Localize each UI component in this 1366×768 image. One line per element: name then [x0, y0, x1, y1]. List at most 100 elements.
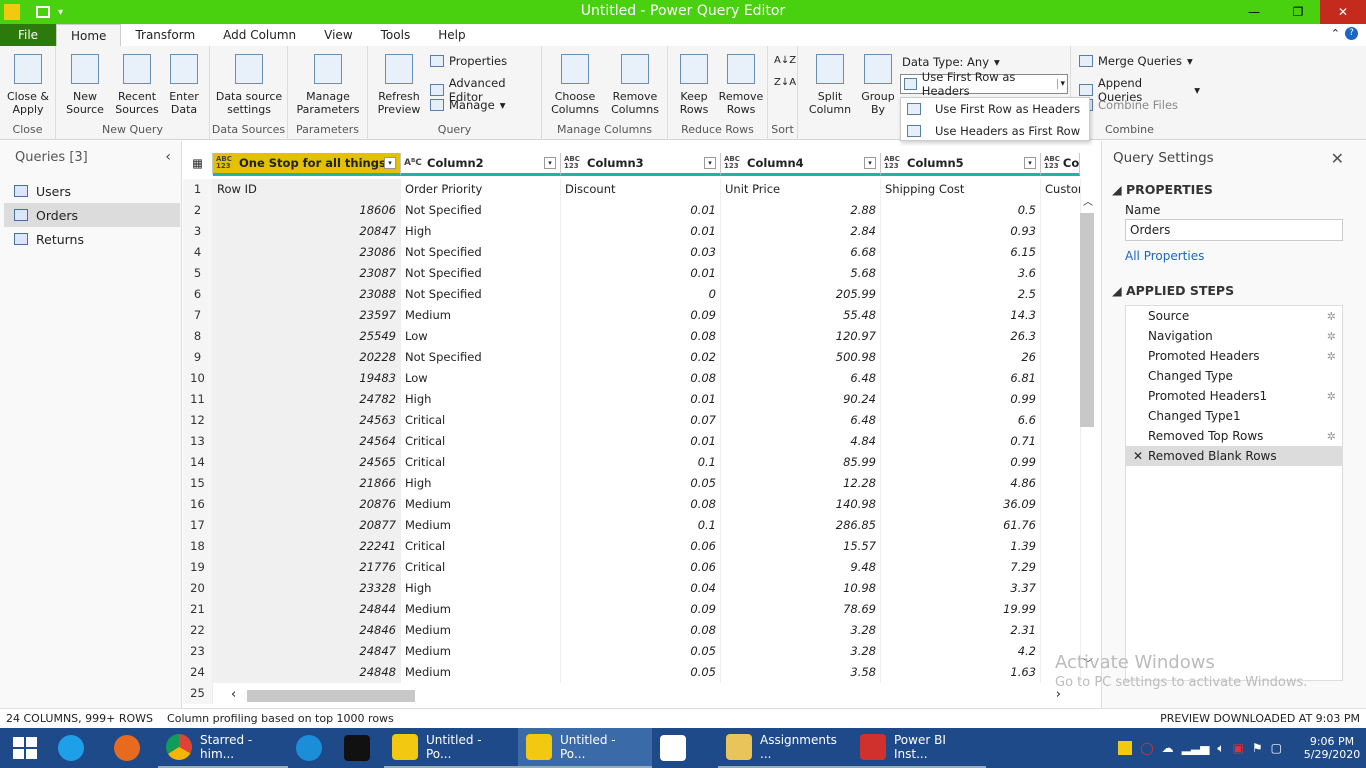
table-cell[interactable]: 3.28	[721, 641, 881, 662]
row-number[interactable]: 5	[183, 263, 213, 284]
table-cell[interactable]: 2.88	[721, 200, 881, 221]
keep-rows-button[interactable]: Keep Rows	[672, 54, 716, 116]
table-cell[interactable]	[1041, 263, 1081, 284]
table-cell[interactable]	[1041, 515, 1081, 536]
table-cell[interactable]: Critical	[401, 557, 561, 578]
table-cell[interactable]: 15.57	[721, 536, 881, 557]
table-cell[interactable]: 0.01	[561, 389, 721, 410]
table-cell[interactable]: 0.07	[561, 410, 721, 431]
help-icon[interactable]: ?	[1345, 27, 1358, 40]
collapse-ribbon-icon[interactable]: ⌃	[1331, 27, 1340, 40]
table-cell[interactable]: 20228	[213, 347, 401, 368]
table-cell[interactable]: 0.06	[561, 536, 721, 557]
table-cell[interactable]	[1041, 473, 1081, 494]
row-number[interactable]: 16	[183, 494, 213, 515]
table-cell[interactable]: 55.48	[721, 305, 881, 326]
table-cell[interactable]	[1041, 368, 1081, 389]
recent-sources-button[interactable]: Recent Sources	[112, 54, 162, 116]
row-number[interactable]: 19	[183, 557, 213, 578]
column-header-6[interactable]: ABC 123Colum	[1041, 153, 1080, 176]
table-cell[interactable]	[1041, 578, 1081, 599]
table-cell[interactable]: 3.37	[881, 578, 1041, 599]
table-cell[interactable]: 90.24	[721, 389, 881, 410]
table-cell[interactable]: 500.98	[721, 347, 881, 368]
table-cell[interactable]: 0.93	[881, 221, 1041, 242]
table-cell[interactable]: 23328	[213, 578, 401, 599]
table-cell[interactable]: 1.39	[881, 536, 1041, 557]
table-cell[interactable]: 0	[561, 284, 721, 305]
table-cell[interactable]: 24782	[213, 389, 401, 410]
table-cell[interactable]: 0.08	[561, 368, 721, 389]
table-cell[interactable]: Medium	[401, 599, 561, 620]
table-cell[interactable]: Low	[401, 368, 561, 389]
table-cell[interactable]: 19.99	[881, 599, 1041, 620]
table-cell[interactable]: 23597	[213, 305, 401, 326]
table-cell[interactable]: 4.2	[881, 641, 1041, 662]
clock[interactable]: 9:06 PM 5/29/2020	[1302, 735, 1362, 761]
table-cell[interactable]: High	[401, 473, 561, 494]
table-cell[interactable]: 0.08	[561, 494, 721, 515]
column-header-5[interactable]: ABC 123 Column5 ▾	[881, 153, 1041, 176]
vertical-scroll-thumb[interactable]	[1080, 213, 1094, 427]
row-number[interactable]: 4	[183, 242, 213, 263]
table-cell[interactable]: Critical	[401, 536, 561, 557]
row-number[interactable]: 7	[183, 305, 213, 326]
table-cell[interactable]: Medium	[401, 662, 561, 683]
table-cell[interactable]: 0.02	[561, 347, 721, 368]
taskbar-pdf[interactable]: Power BI Inst...	[852, 728, 986, 768]
table-cell[interactable]: 0.06	[561, 557, 721, 578]
combine-files-button[interactable]: Combine Files	[1079, 98, 1178, 112]
manage-parameters-button[interactable]: Manage Parameters	[292, 54, 364, 116]
table-cell[interactable]: 3.58	[721, 662, 881, 683]
tab-add-column[interactable]: Add Column	[209, 24, 310, 46]
applied-step[interactable]: Changed Type	[1126, 366, 1342, 386]
table-cell[interactable]: 25549	[213, 326, 401, 347]
table-cell[interactable]: 20876	[213, 494, 401, 515]
column-header-3[interactable]: ABC 123 Column3 ▾	[561, 153, 721, 176]
table-cell[interactable]: 0.71	[881, 431, 1041, 452]
filter-dropdown-icon[interactable]: ▾	[544, 157, 556, 169]
row-number[interactable]: 3	[183, 221, 213, 242]
tab-home[interactable]: Home	[56, 24, 122, 46]
data-source-settings-button[interactable]: Data source settings	[214, 54, 284, 116]
table-cell[interactable]: 1.63	[881, 662, 1041, 683]
name-field[interactable]: Orders	[1125, 219, 1343, 241]
table-cell[interactable]: 6.6	[881, 410, 1041, 431]
row-number[interactable]: 12	[183, 410, 213, 431]
taskbar-moto[interactable]	[336, 728, 384, 768]
table-cell[interactable]: Not Specified	[401, 200, 561, 221]
data-type-dropdown[interactable]: Data Type: Any ▾	[902, 55, 1000, 69]
row-number[interactable]: 6	[183, 284, 213, 305]
properties-button[interactable]: Properties	[430, 54, 507, 68]
table-cell[interactable]: 0.5	[881, 200, 1041, 221]
close-apply-button[interactable]: Close & Apply	[6, 54, 50, 116]
table-cell[interactable]: High	[401, 578, 561, 599]
table-menu-icon[interactable]: ▦	[183, 153, 213, 176]
table-cell[interactable]: 3.28	[721, 620, 881, 641]
table-cell[interactable]: 23086	[213, 242, 401, 263]
row-number[interactable]: 22	[183, 620, 213, 641]
table-cell[interactable]	[1041, 347, 1081, 368]
table-cell[interactable]: 286.85	[721, 515, 881, 536]
table-cell[interactable]: 2.84	[721, 221, 881, 242]
taskbar-app[interactable]	[288, 728, 336, 768]
row-number[interactable]: 23	[183, 641, 213, 662]
table-cell[interactable]	[1041, 200, 1081, 221]
row-number[interactable]: 13	[183, 431, 213, 452]
table-cell[interactable]	[1041, 452, 1081, 473]
table-cell[interactable]: 3.6	[881, 263, 1041, 284]
table-cell[interactable]: Medium	[401, 641, 561, 662]
scroll-up-icon[interactable]: ︿	[1083, 193, 1093, 208]
table-cell[interactable]: 24563	[213, 410, 401, 431]
manage-button[interactable]: Manage ▾	[430, 98, 505, 112]
opera-tray-icon[interactable]: ◯	[1140, 741, 1153, 755]
table-cell[interactable]: Critical	[401, 410, 561, 431]
cloud-icon[interactable]: ☁	[1162, 741, 1174, 755]
table-cell[interactable]: 78.69	[721, 599, 881, 620]
query-item-orders[interactable]: Orders	[4, 203, 180, 227]
table-cell[interactable]: 21776	[213, 557, 401, 578]
table-cell[interactable]: 24565	[213, 452, 401, 473]
remove-columns-button[interactable]: Remove Columns	[606, 54, 664, 116]
row-number[interactable]: 18	[183, 536, 213, 557]
gear-icon[interactable]: ✲	[1327, 390, 1336, 403]
